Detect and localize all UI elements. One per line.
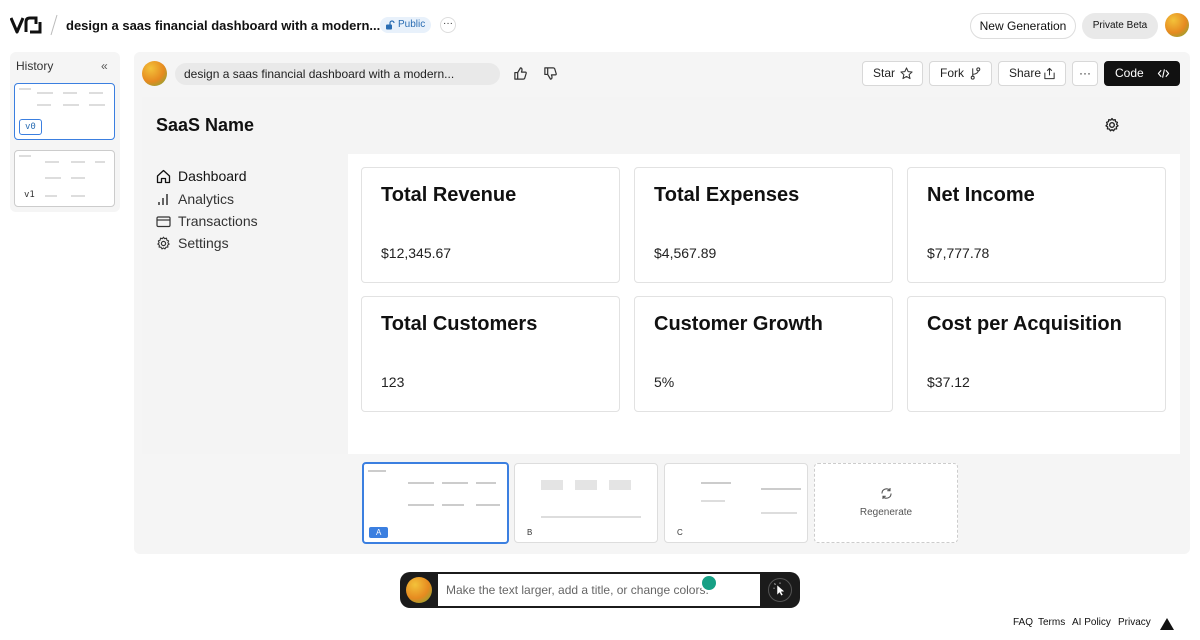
new-generation-button[interactable]: New Generation [970, 13, 1076, 39]
code-label: Code [1115, 66, 1144, 80]
fork-button[interactable]: Fork [929, 61, 992, 86]
metric-card: Total Customers 123 [361, 296, 620, 412]
unlock-icon [386, 20, 395, 30]
chat-title[interactable]: design a saas financial dashboard with a… [66, 18, 380, 33]
star-button[interactable]: Star [862, 61, 923, 86]
private-beta-badge[interactable]: Private Beta [1082, 13, 1158, 39]
collapse-history-icon[interactable]: « [101, 59, 108, 73]
star-label: Star [873, 66, 896, 80]
vercel-logo-icon[interactable] [1160, 618, 1174, 630]
variant-label: A [369, 527, 389, 538]
prompt-message[interactable]: design a saas financial dashboard with a… [175, 63, 500, 85]
nav-item-transactions[interactable]: Transactions [156, 211, 258, 231]
grammarly-icon[interactable] [700, 574, 718, 592]
metric-value: $7,777.78 [927, 245, 990, 261]
enter-icon[interactable] [735, 583, 750, 597]
title-more-button[interactable]: ··· [440, 17, 456, 33]
bar-chart-icon [158, 194, 168, 205]
variant-thumbnail-b[interactable]: B [514, 463, 658, 543]
v0-logo[interactable] [10, 14, 44, 36]
metric-card: Total Expenses $4,567.89 [634, 167, 893, 283]
variant-label: B [527, 528, 533, 537]
user-avatar[interactable] [1165, 13, 1189, 37]
metric-card: Customer Growth 5% [634, 296, 893, 412]
metric-card: Cost per Acquisition $37.12 [907, 296, 1166, 412]
pointer-icon [773, 582, 785, 596]
metric-value: $4,567.89 [654, 245, 717, 261]
fork-label: Fork [940, 66, 964, 80]
metric-card: Total Revenue $12,345.67 [361, 167, 620, 283]
metric-card: Net Income $7,777.78 [907, 167, 1166, 283]
metric-title: Total Customers [381, 313, 538, 335]
nav-item-analytics[interactable]: Analytics [156, 189, 234, 209]
regenerate-tile[interactable] [814, 463, 958, 543]
variant-thumbnail-c[interactable]: C [664, 463, 808, 543]
credit-card-icon [156, 216, 171, 228]
breadcrumb-separator [50, 14, 58, 36]
metric-title: Net Income [927, 184, 1035, 206]
metric-value: $12,345.67 [381, 245, 452, 261]
version-label: v0 [19, 119, 42, 135]
fork-icon [970, 67, 981, 80]
variant-thumbnail-a[interactable]: A [362, 462, 509, 544]
nav-label: Analytics [178, 191, 235, 207]
app-name: SaaS Name [156, 115, 255, 135]
history-version-thumbnail[interactable]: v0 [14, 83, 115, 140]
metric-title: Total Revenue [381, 184, 517, 206]
regenerate-label[interactable]: Regenerate [814, 507, 958, 518]
footer-link-privacy[interactable]: Privacy [1118, 617, 1151, 628]
code-icon [1157, 69, 1170, 78]
metric-value: 123 [381, 374, 405, 390]
history-title: History [16, 59, 54, 73]
home-icon [156, 169, 171, 184]
variant-label: C [677, 528, 683, 537]
nav-label: Transactions [178, 213, 258, 229]
nav-label: Settings [178, 235, 229, 251]
footer-link-terms[interactable]: Terms [1038, 617, 1065, 628]
nav-label: Dashboard [178, 168, 247, 184]
refresh-icon[interactable] [880, 487, 893, 500]
star-icon [900, 67, 913, 80]
metric-title: Total Expenses [654, 184, 800, 206]
version-label: v1 [19, 188, 40, 202]
message-avatar [142, 61, 167, 86]
element-select-icon[interactable] [768, 578, 792, 602]
thumbs-down-icon[interactable] [543, 66, 558, 81]
metric-value: 5% [654, 374, 675, 390]
share-icon [1044, 67, 1055, 80]
metric-title: Cost per Acquisition [927, 313, 1122, 335]
share-label: Share [1009, 66, 1042, 80]
visibility-label: Public [398, 19, 426, 30]
footer-link-ai-policy[interactable]: AI Policy [1072, 617, 1111, 628]
share-button[interactable]: Share [998, 61, 1066, 86]
history-version-thumbnail[interactable]: v1 [14, 150, 115, 207]
nav-item-settings[interactable]: Settings [156, 233, 229, 253]
chat-avatar [406, 577, 432, 603]
visibility-badge[interactable]: Public [380, 17, 432, 33]
thumbs-up-icon[interactable] [513, 66, 528, 81]
settings-gear-icon[interactable] [1104, 117, 1120, 133]
gear-icon [157, 236, 170, 250]
metric-title: Customer Growth [654, 313, 823, 335]
code-button[interactable]: Code [1104, 61, 1180, 86]
more-actions-button[interactable]: ··· [1072, 61, 1098, 86]
nav-item-dashboard[interactable]: Dashboard [156, 166, 247, 186]
footer-link-faq[interactable]: FAQ [1013, 617, 1033, 628]
metric-value: $37.12 [927, 374, 970, 390]
